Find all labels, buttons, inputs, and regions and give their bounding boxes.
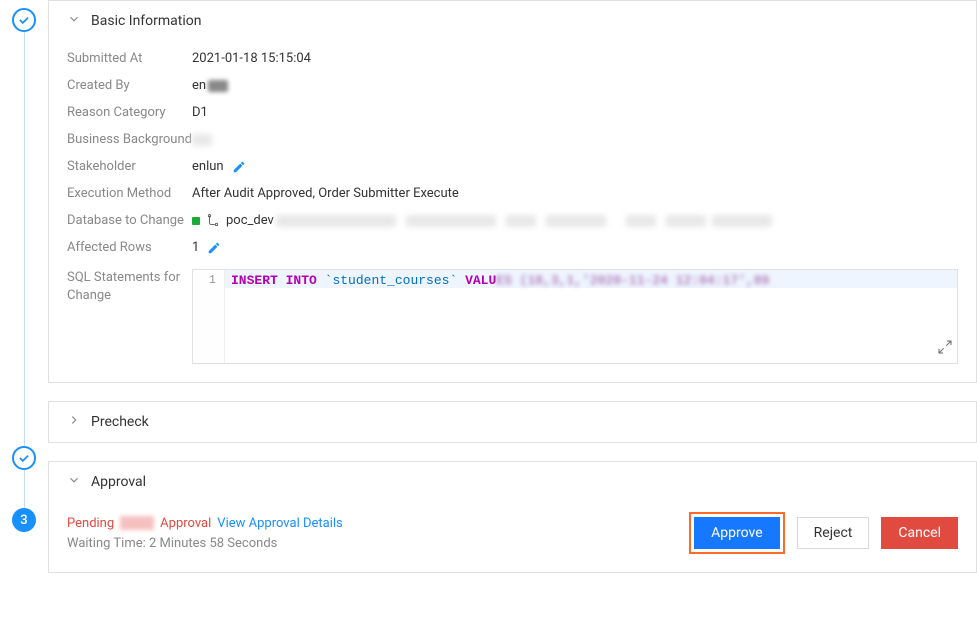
precheck-panel: Precheck xyxy=(48,401,977,443)
pending-status: Pending xyxy=(67,516,114,531)
waiting-time: Waiting Time: 2 Minutes 58 Seconds xyxy=(67,536,343,551)
field-label: Submitted At xyxy=(67,51,192,66)
chevron-down-icon xyxy=(67,473,81,491)
step-1-check-icon xyxy=(12,8,36,32)
edit-stakeholder-icon[interactable] xyxy=(232,160,246,174)
cancel-button[interactable]: Cancel xyxy=(881,517,958,549)
execution-method-value: After Audit Approved, Order Submitter Ex… xyxy=(192,186,459,201)
edit-affected-rows-icon[interactable] xyxy=(207,241,221,255)
approval-header[interactable]: Approval xyxy=(49,462,976,502)
status-dot-icon xyxy=(192,217,200,225)
approval-word: Approval xyxy=(160,516,211,531)
step-3-number: 3 xyxy=(12,508,36,532)
chevron-down-icon xyxy=(67,12,81,30)
sql-content: INSERT INTO `student_courses` VALUES (18… xyxy=(225,270,957,363)
redacted-approver xyxy=(120,516,154,530)
approve-highlight: Approve xyxy=(689,512,784,554)
approval-panel: Approval Pending Approval View Approval … xyxy=(48,461,977,573)
reject-button[interactable]: Reject xyxy=(797,517,870,549)
panel-title: Approval xyxy=(91,474,146,490)
submitted-at-value: 2021-01-18 15:15:04 xyxy=(192,51,311,66)
basic-information-panel: Basic Information Submitted At 2021-01-1… xyxy=(48,0,977,383)
line-number: 1 xyxy=(193,270,225,363)
field-label: Business Background xyxy=(67,132,192,147)
basic-information-header[interactable]: Basic Information xyxy=(49,1,976,41)
step-timeline: 3 xyxy=(0,0,48,617)
field-label: Reason Category xyxy=(67,105,192,120)
field-label: SQL Statements for Change xyxy=(67,269,192,305)
database-value: poc_dev xyxy=(192,213,772,228)
affected-rows-value: 1 xyxy=(192,240,221,255)
business-background-value xyxy=(192,134,212,146)
field-label: Created By xyxy=(67,78,192,93)
chevron-right-icon xyxy=(67,413,81,431)
panel-title: Precheck xyxy=(91,414,149,430)
branch-icon xyxy=(206,214,220,228)
stakeholder-value: enlun xyxy=(192,159,246,174)
reason-category-value: D1 xyxy=(192,105,208,120)
expand-icon[interactable] xyxy=(937,339,953,359)
approve-button[interactable]: Approve xyxy=(694,517,779,549)
sql-editor[interactable]: 1 INSERT INTO `student_courses` VALUES (… xyxy=(192,269,958,364)
created-by-value: en xyxy=(192,78,228,93)
field-label: Execution Method xyxy=(67,186,192,201)
field-label: Stakeholder xyxy=(67,159,192,174)
view-approval-details-link[interactable]: View Approval Details xyxy=(217,516,342,531)
precheck-header[interactable]: Precheck xyxy=(49,402,976,442)
step-2-check-icon xyxy=(12,446,36,470)
field-label: Database to Change xyxy=(67,213,192,228)
panel-title: Basic Information xyxy=(91,13,202,29)
field-label: Affected Rows xyxy=(67,240,192,255)
